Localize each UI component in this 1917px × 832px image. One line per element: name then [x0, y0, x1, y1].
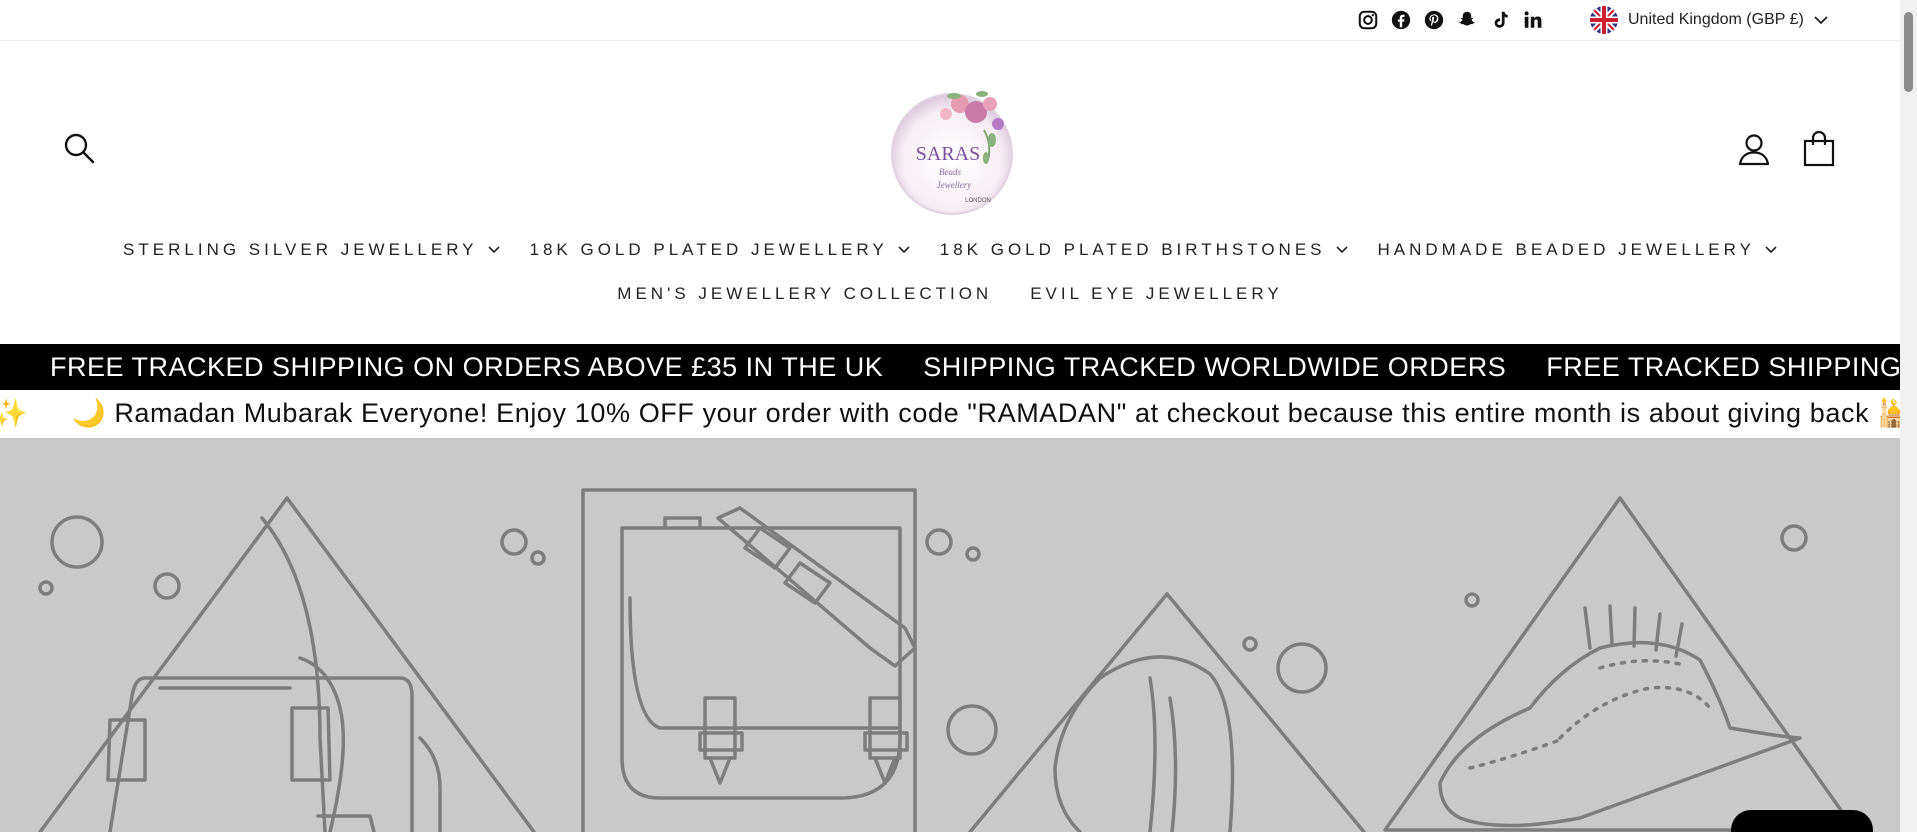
shoe-shape — [1438, 640, 1802, 828]
main-nav-row-1: STERLING SILVER JEWELLERY 18K GOLD PLATE… — [0, 240, 1900, 260]
site-header: SARAS Beads Jewellery LONDON — [0, 41, 1900, 229]
ticker-item: SHIPPING TRACKED WORLDWIDE ORDERS — [923, 352, 1507, 382]
logo-name: SARAS — [916, 143, 980, 165]
country-label: United Kingdom (GBP £) — [1628, 11, 1804, 28]
decor-circle — [1464, 592, 1480, 608]
nav-item-label: EVIL EYE JEWELLERY — [1030, 284, 1283, 303]
scrollbar[interactable] — [1900, 0, 1917, 832]
nav-item-label: HANDMADE BEADED JEWELLERY — [1377, 240, 1755, 259]
decor-circle — [153, 572, 181, 600]
decor-circle — [946, 704, 998, 756]
logo[interactable]: SARAS Beads Jewellery LONDON — [880, 74, 1028, 222]
chevron-down-icon — [898, 246, 910, 254]
facebook-icon[interactable] — [1388, 8, 1414, 32]
nav-item-mens[interactable]: MEN'S JEWELLERY COLLECTION — [617, 284, 992, 304]
satchel-body — [620, 526, 902, 800]
snapchat-icon[interactable] — [1454, 8, 1480, 32]
triangle-outline — [38, 496, 536, 832]
search-icon[interactable] — [62, 131, 96, 165]
decor-circle — [965, 546, 981, 562]
nav-item-label: MEN'S JEWELLERY COLLECTION — [617, 284, 993, 303]
chevron-down-icon — [1765, 246, 1777, 254]
uk-flag-icon — [1590, 6, 1618, 34]
decor-circle — [925, 528, 953, 556]
decor-circle — [1276, 642, 1328, 694]
promo-text: 🌙 Ramadan Mubarak Everyone! Enjoy 10% OF… — [72, 398, 1900, 428]
decor-circle — [530, 550, 546, 566]
handbag-body — [108, 676, 414, 832]
triangle-outline — [968, 592, 1366, 832]
nav-item-sterling-silver[interactable]: STERLING SILVER JEWELLERY — [123, 240, 500, 260]
instagram-icon[interactable] — [1355, 8, 1381, 32]
tiktok-icon[interactable] — [1487, 8, 1513, 32]
country-selector[interactable]: United Kingdom (GBP £) — [1590, 5, 1828, 35]
nav-item-label: 18K GOLD PLATED JEWELLERY — [529, 240, 888, 259]
chat-widget-button[interactable] — [1731, 810, 1873, 832]
ticker-item: FREE TRACKED SHIPPING ON ORDERS ABOVE £3… — [50, 352, 884, 382]
top-bar: United Kingdom (GBP £) — [0, 0, 1900, 41]
hero-banner — [0, 438, 1900, 832]
scrollbar-thumb[interactable] — [1904, 12, 1913, 92]
social-links — [1355, 8, 1546, 32]
decor-circle — [50, 515, 104, 569]
nav-item-label: STERLING SILVER JEWELLERY — [123, 240, 478, 259]
hero-illustration — [38, 488, 1857, 832]
nav-item-handmade-beaded[interactable]: HANDMADE BEADED JEWELLERY — [1378, 240, 1777, 260]
sparkle-icon: ✨ — [0, 398, 28, 428]
user-icon[interactable] — [1736, 131, 1772, 167]
nav-item-birthstones[interactable]: 18K GOLD PLATED BIRTHSTONES — [940, 240, 1348, 260]
decor-circle — [38, 580, 54, 596]
linkedin-icon[interactable] — [1520, 8, 1546, 32]
nav-item-gold-plated[interactable]: 18K GOLD PLATED JEWELLERY — [530, 240, 910, 260]
satchel-strap — [716, 506, 917, 668]
decor-circle — [1780, 524, 1808, 552]
announcement-ticker: FREE TRACKED SHIPPING ON ORDERS ABOVE £3… — [0, 344, 1900, 390]
chevron-down-icon — [1814, 15, 1828, 24]
ticker-item: FREE TRACKED SHIPPING ON ORDERS ABOVE £3… — [1546, 352, 1900, 382]
pinterest-icon[interactable] — [1421, 8, 1447, 32]
chevron-down-icon — [1335, 246, 1348, 254]
main-nav-row-2: MEN'S JEWELLERY COLLECTION EVIL EYE JEWE… — [0, 284, 1900, 304]
decor-circle — [500, 528, 528, 556]
shopping-bag-icon[interactable] — [1802, 130, 1836, 167]
chevron-down-icon — [487, 246, 500, 254]
boot-shape — [1098, 655, 1235, 832]
logo-line2: Beads — [939, 167, 961, 177]
nav-item-evil-eye[interactable]: EVIL EYE JEWELLERY — [1030, 284, 1282, 304]
decor-circle — [1242, 636, 1258, 652]
logo-line3: Jewellery — [937, 180, 971, 190]
nav-item-label: 18K GOLD PLATED BIRTHSTONES — [939, 240, 1326, 259]
promo-banner: ✨ 🌙 Ramadan Mubarak Everyone! Enjoy 10% … — [0, 390, 1900, 438]
handbag-strap — [260, 516, 327, 832]
logo-line4: LONDON — [965, 198, 991, 204]
